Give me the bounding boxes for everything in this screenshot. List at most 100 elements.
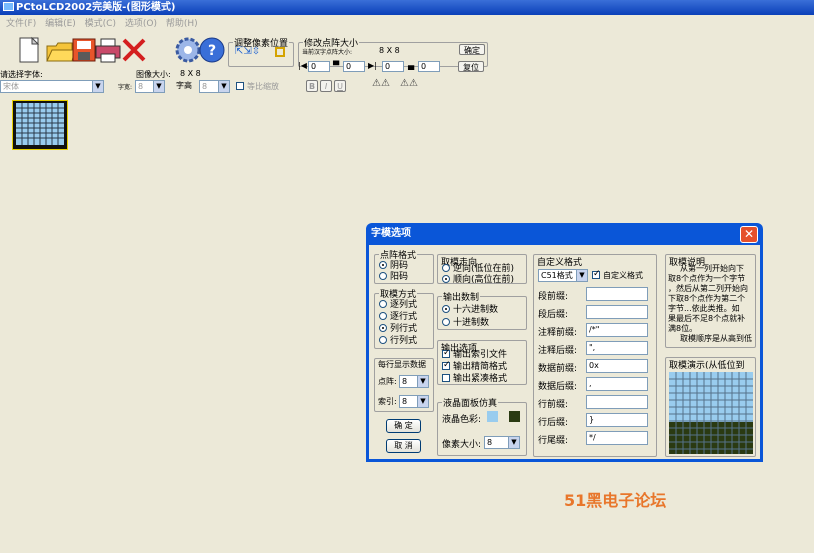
seg-prefix-label: 段前缀: [538, 292, 569, 302]
direction-reverse[interactable]: 逆向(低位在前) [442, 264, 514, 275]
comment-prefix-input[interactable]: /*" [586, 323, 648, 337]
confirm-button[interactable]: 确 定 [386, 419, 421, 433]
proportional-checkbox[interactable]: 等比缩放 [236, 81, 279, 92]
explain-group: 取模说明 从第一列开始向下 取8个点作为一个字节 ，然后从第二列开始向 下取8个… [665, 254, 756, 348]
scan-mode-col[interactable]: 逐列式 [379, 300, 417, 311]
menu-options[interactable]: 选项(O) [125, 17, 157, 31]
output-compact-format[interactable]: 输出紧凑格式 [442, 374, 507, 384]
scan-mode-rowcol[interactable]: 行列式 [379, 336, 417, 347]
dots-label: 点阵: [378, 377, 397, 386]
font-select[interactable]: 宋体 ▼ [0, 80, 104, 93]
chevron-down-icon: ▼ [417, 376, 428, 387]
number-hex[interactable]: 十六进制数 [442, 305, 498, 316]
spin-down-input[interactable]: 0 [418, 61, 440, 72]
dot-format-positive[interactable]: 阳码 [379, 272, 408, 283]
scan-mode-colrow-label: 列行式 [390, 324, 418, 334]
custom-format-checkbox[interactable]: 自定义格式 [592, 269, 643, 281]
radio-icon [379, 261, 387, 269]
char-height-select[interactable]: 8 ▼ [199, 80, 230, 93]
spin-up-input[interactable]: 0 [343, 61, 365, 72]
dots-value: 8 [402, 377, 408, 386]
title-bar: PCtoLCD2002完美版-(图形模式) [0, 0, 814, 15]
arrows-move-icon[interactable]: ⇱⇲⇳ [235, 46, 260, 57]
comment-suffix-input[interactable]: ", [586, 341, 648, 355]
menu-mode[interactable]: 模式(C) [85, 17, 116, 31]
chevron-down-icon: ▼ [417, 396, 428, 407]
spin-up-icon: ▀ [333, 61, 340, 70]
delete-icon[interactable] [118, 34, 150, 66]
demo-lcd-grid [669, 372, 753, 454]
lcd-sim-group: 液晶面板仿真 液晶色彩: 像素大小: 8 ▼ [437, 396, 527, 456]
dots-select[interactable]: 8 ▼ [399, 375, 429, 388]
seg-suffix-label: 段后缀: [538, 310, 569, 320]
menu-help[interactable]: 帮助(H) [166, 17, 198, 31]
help-icon[interactable]: ? [196, 34, 228, 66]
scan-mode-row-label: 逐行式 [390, 312, 418, 322]
image-size-value: 8 X 8 [180, 69, 201, 78]
cancel-button[interactable]: 取 消 [386, 439, 421, 453]
explain-line: 从第一列开始向下 [680, 264, 744, 273]
format-select[interactable]: C51格式 ▼ [538, 269, 588, 282]
window-title: PCtoLCD2002完美版-(图形模式) [16, 2, 176, 13]
line-suffix-input[interactable]: } [586, 413, 648, 427]
line-end-input[interactable]: */ [586, 431, 648, 445]
seg-prefix-input[interactable] [586, 287, 648, 301]
dot-format-group: 点阵格式 阴码 阳码 [374, 248, 434, 284]
confirm-size-button[interactable]: 确定 [459, 44, 485, 55]
direction-forward[interactable]: 顺向(高位在前) [442, 275, 514, 283]
line-prefix-label: 行前缀: [538, 400, 569, 410]
menu-edit[interactable]: 编辑(E) [45, 17, 76, 31]
data-prefix-input[interactable]: 0x [586, 359, 648, 373]
dot-format-negative[interactable]: 阴码 [379, 261, 408, 272]
radio-icon [379, 300, 387, 308]
output-simple-format-label: 输出精简格式 [453, 362, 508, 372]
line-prefix-input[interactable] [586, 395, 648, 409]
mirror-vertical-icon[interactable]: ⚠⚠ [400, 78, 418, 89]
image-size-label: 图像大小: [136, 70, 171, 79]
data-suffix-input[interactable]: , [586, 377, 648, 391]
direction-group: 取模走向 逆向(低位在前) 顺向(高位在前) [437, 254, 527, 284]
line-end-label: 行尾缀: [538, 436, 569, 446]
pixel-size-select[interactable]: 8 ▼ [484, 436, 520, 449]
chevron-down-icon: ▼ [153, 81, 164, 92]
lcd-fg-swatch[interactable] [509, 411, 520, 422]
output-simple-format[interactable]: 输出精简格式 [442, 360, 508, 373]
dialog-body: 点阵格式 阴码 阳码 取模方式 逐列式 逐行式 列行式 行列式 每行显示数据 点… [369, 245, 760, 459]
char-width-select[interactable]: 8 ▼ [135, 80, 165, 93]
explain-line: 取模顺序是从高到低 [680, 334, 752, 343]
scan-mode-colrow[interactable]: 列行式 [379, 324, 417, 335]
lcd-color-swatch[interactable] [487, 411, 498, 422]
radio-icon [442, 275, 450, 283]
explain-line: 字节...依此类推。如 [668, 304, 740, 313]
close-icon[interactable]: ✕ [740, 226, 758, 243]
italic-button[interactable]: I [320, 80, 332, 92]
dot-format-label: 点阵格式 [379, 248, 418, 261]
explain-line: 取8个点作为一个字节 [668, 274, 746, 283]
underline-button[interactable]: U [334, 80, 346, 92]
center-icon[interactable] [275, 47, 285, 57]
pixel-canvas[interactable] [12, 100, 68, 150]
seg-suffix-input[interactable] [586, 305, 648, 319]
explain-line: 满8位。 [668, 324, 698, 333]
output-index-file[interactable]: 输出索引文件 [442, 348, 507, 361]
char-width-label: 字宽: [118, 84, 133, 91]
per-line-label: 每行显示数据 [377, 359, 427, 370]
pixel-size-label: 像素大小: [442, 440, 482, 450]
spin-left-input[interactable]: 0 [308, 61, 330, 72]
scan-mode-row[interactable]: 逐行式 [379, 312, 417, 323]
char-width-value: 8 [138, 82, 144, 91]
menu-file[interactable]: 文件(F) [6, 17, 36, 31]
new-file-icon[interactable] [14, 34, 46, 66]
restore-button[interactable]: 复位 [458, 61, 484, 72]
number-dec[interactable]: 十进制数 [442, 318, 489, 329]
spin-right-icon: ▶| [368, 61, 377, 70]
mirror-horizontal-icon[interactable]: ⚠⚠ [372, 78, 390, 89]
index-select[interactable]: 8 ▼ [399, 395, 429, 408]
spin-right-input[interactable]: 0 [382, 61, 404, 72]
scan-mode-group: 取模方式 逐列式 逐行式 列行式 行列式 [374, 287, 434, 349]
font-select-value: 宋体 [3, 82, 19, 91]
checkbox-icon [442, 374, 450, 382]
bold-button[interactable]: B [306, 80, 318, 92]
explain-text: 从第一列开始向下 取8个点作为一个字节 ，然后从第二列开始向 下取8个点作为第二… [668, 264, 755, 344]
format-value: C51格式 [541, 271, 573, 280]
